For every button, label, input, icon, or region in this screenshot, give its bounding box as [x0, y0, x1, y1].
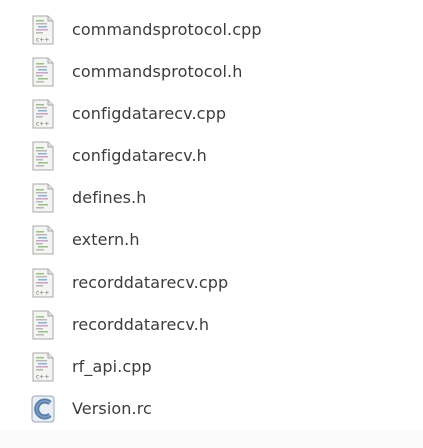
cpp-source-file-icon: c++ — [29, 352, 57, 382]
cpp-source-file-icon: c++ — [29, 99, 57, 129]
resource-file-icon — [29, 394, 57, 424]
file-name: recorddatarecv.h — [72, 315, 210, 334]
svg-text:c++: c++ — [36, 121, 49, 128]
file-item-commandsprotocol-h[interactable]: commandsprotocol.h — [0, 53, 423, 91]
file-name: defines.h — [72, 188, 147, 207]
list-bottom-edge — [0, 430, 423, 448]
cpp-source-file-icon: c++ — [29, 268, 57, 298]
file-name: Version.rc — [72, 399, 152, 418]
svg-text:c++: c++ — [36, 290, 49, 297]
file-name: recorddatarecv.cpp — [72, 273, 229, 292]
file-item-version-rc[interactable]: Version.rc — [0, 390, 423, 428]
file-item-defines-h[interactable]: defines.h — [0, 179, 423, 217]
file-item-configdatarecv-h[interactable]: configdatarecv.h — [0, 137, 423, 175]
header-file-icon — [29, 141, 57, 171]
svg-text:c++: c++ — [36, 37, 49, 44]
file-item-recorddatarecv-cpp[interactable]: c++ recorddatarecv.cpp — [0, 264, 423, 302]
file-item-extern-h[interactable]: extern.h — [0, 221, 423, 259]
file-name: commandsprotocol.cpp — [72, 20, 262, 39]
file-item-recorddatarecv-h[interactable]: recorddatarecv.h — [0, 306, 423, 344]
file-name: configdatarecv.h — [72, 146, 207, 165]
file-item-commandsprotocol-cpp[interactable]: c++ commandsprotocol.cpp — [0, 11, 423, 49]
file-name: extern.h — [72, 230, 140, 249]
file-item-rf-api-cpp[interactable]: c++ rf_api.cpp — [0, 348, 423, 386]
file-item-configdatarecv-cpp[interactable]: c++ configdatarecv.cpp — [0, 95, 423, 133]
file-name: configdatarecv.cpp — [72, 104, 227, 123]
cpp-source-file-icon: c++ — [29, 15, 57, 45]
header-file-icon — [29, 57, 57, 87]
header-file-icon — [29, 310, 57, 340]
file-name: commandsprotocol.h — [72, 62, 243, 81]
header-file-icon — [29, 183, 57, 213]
file-list: c++ commandsprotocol.cpp commandsprotoco… — [0, 0, 423, 448]
svg-text:c++: c++ — [36, 374, 49, 381]
header-file-icon — [29, 225, 57, 255]
file-name: rf_api.cpp — [72, 357, 152, 376]
